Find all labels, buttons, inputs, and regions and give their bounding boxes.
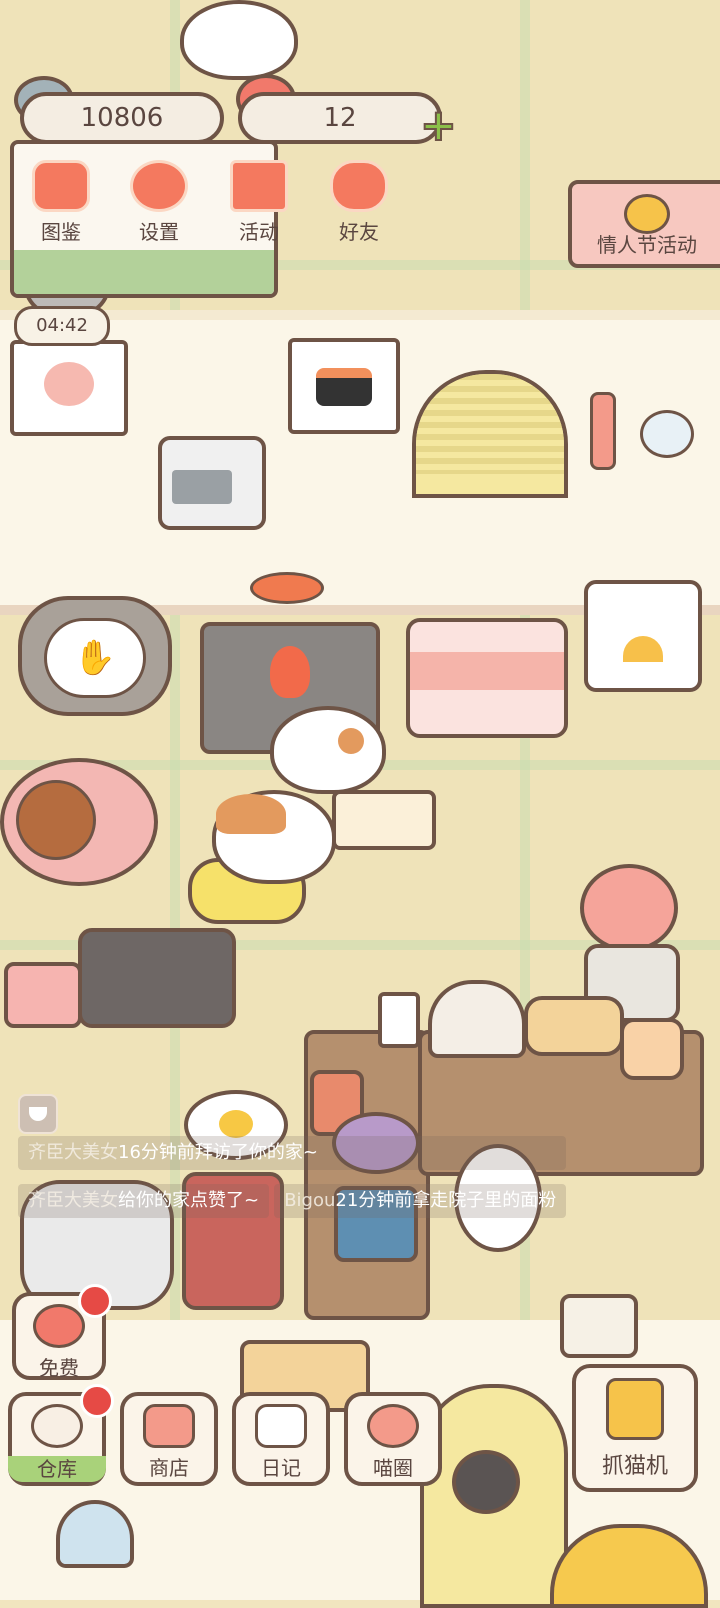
feed-item: Bigou21分钟前拿走院子里的面粉 [274, 1184, 567, 1218]
nav-diary-label: 日记 [261, 1456, 301, 1480]
feed-item: 齐臣大美女给你的家点赞了~ [18, 1184, 270, 1218]
storage-icon [31, 1404, 83, 1448]
gear-icon [130, 160, 188, 212]
sushi-poster[interactable] [288, 338, 400, 434]
wall-hook-decor [590, 370, 700, 470]
claw-machine-label: 抓猫机 [601, 1454, 668, 1479]
event-banner-label: 情人节活动 [597, 233, 697, 257]
feed-user-name: Bigou [284, 1190, 336, 1211]
menu-settings-label: 设置 [139, 220, 179, 244]
nav-storage-label: 仓库 [8, 1456, 106, 1482]
feed-text: 16分钟前拜访了你的家~ [118, 1142, 318, 1163]
diary-icon [255, 1404, 307, 1448]
nav-shop-button[interactable]: 商店 [120, 1392, 218, 1486]
toaster-oven[interactable] [584, 580, 702, 692]
nav-meow-circle-label: 喵圈 [373, 1456, 413, 1480]
menu-friends-button[interactable]: 好友 [316, 160, 402, 246]
feed-text: 21分钟前拿走院子里的面粉 [335, 1190, 557, 1211]
hand-pointer-icon[interactable]: ✋ [44, 618, 146, 698]
feed-text: 给你的家点赞了~ [118, 1190, 260, 1211]
planet-cat-icon [367, 1404, 419, 1448]
shop-icon [143, 1404, 195, 1448]
cushion-with-bear[interactable] [0, 758, 158, 886]
claw-icon [606, 1378, 664, 1440]
menu-settings-button[interactable]: 设置 [116, 160, 202, 246]
crow-ornament[interactable] [452, 1450, 520, 1514]
heart-cookie-icon [624, 194, 670, 234]
feed-item: 齐臣大美女16分钟前拜访了你的家~ [18, 1136, 567, 1170]
countdown-timer: 04:42 [14, 306, 110, 346]
chevron-down-icon [29, 1107, 47, 1121]
bear-plush[interactable] [16, 780, 96, 860]
nav-meow-circle-button[interactable]: 喵圈 [344, 1392, 442, 1486]
valentine-event-banner[interactable]: 情人节活动 [568, 180, 720, 268]
bread-basket[interactable] [524, 996, 624, 1056]
menu-events-button[interactable]: 活动 [216, 160, 302, 246]
friends-icon [330, 160, 388, 212]
claw-machine-button[interactable]: 抓猫机 [572, 1364, 698, 1492]
piano-stool[interactable] [4, 962, 82, 1028]
blue-lamp[interactable] [56, 1500, 134, 1568]
feed-user-name: 齐臣大美女 [28, 1190, 118, 1211]
microwave[interactable] [158, 436, 266, 530]
calico-cat-walking[interactable] [212, 790, 362, 906]
nav-diary-button[interactable]: 日记 [232, 1392, 330, 1486]
flower-poster[interactable] [10, 340, 128, 436]
arched-window [412, 370, 568, 498]
coin-counter[interactable]: 10806 [20, 92, 224, 144]
heart-icon [33, 1304, 85, 1348]
notification-badge [78, 1284, 112, 1318]
fire-icon [270, 646, 310, 698]
rock-bed[interactable]: ✋ [18, 596, 172, 716]
menu-events-label: 活动 [239, 220, 279, 244]
heart-value: 12 [323, 103, 357, 133]
menu-collection-label: 图鉴 [41, 220, 81, 244]
add-hearts-button[interactable]: + [419, 103, 458, 149]
cherry-blossom-plant[interactable] [580, 864, 678, 952]
cake-dome[interactable] [428, 980, 526, 1058]
white-cat[interactable] [180, 0, 298, 80]
candle[interactable] [378, 992, 420, 1048]
gift-icon [230, 160, 288, 212]
chat-toggle-button[interactable] [18, 1094, 58, 1134]
notification-badge [80, 1384, 114, 1418]
cat-book-icon [32, 160, 90, 212]
nav-shop-label: 商店 [149, 1456, 189, 1480]
coin-value: 10806 [80, 103, 164, 133]
grilled-fish[interactable] [250, 572, 324, 604]
heart-counter[interactable]: 12 [238, 92, 442, 144]
menu-collection-button[interactable]: 图鉴 [18, 160, 104, 246]
feed-user-name: 齐臣大美女 [28, 1142, 118, 1163]
menu-friends-label: 好友 [339, 220, 379, 244]
claw-machine-top [560, 1294, 638, 1358]
activity-feed: 齐臣大美女16分钟前拜访了你的家~ 齐臣大美女给你的家点赞了~ Bigou21分… [18, 1136, 567, 1232]
free-gift-label: 免费 [39, 1356, 79, 1380]
grand-piano[interactable] [78, 928, 236, 1028]
flower-vase[interactable] [620, 1018, 684, 1080]
pink-dresser[interactable] [406, 618, 568, 738]
